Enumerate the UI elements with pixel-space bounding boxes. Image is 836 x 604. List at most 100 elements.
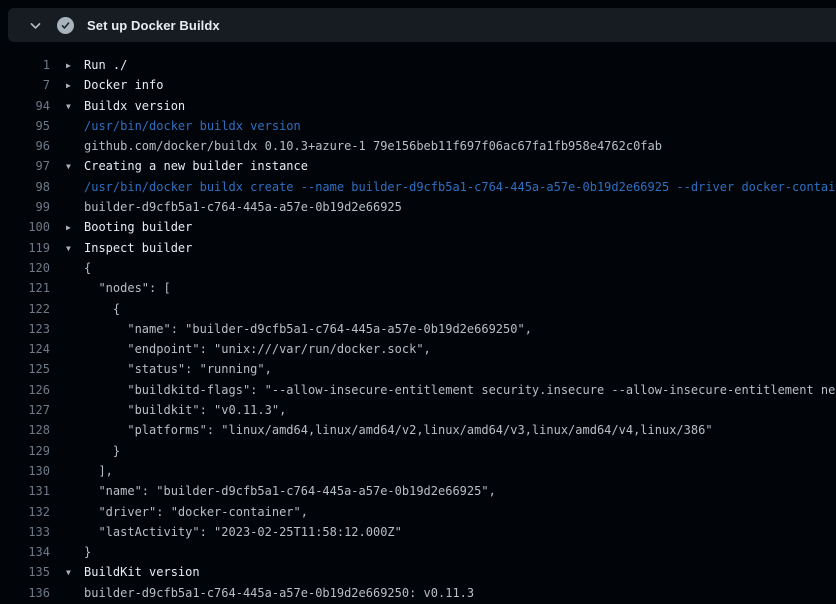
- group-collapsed-icon[interactable]: ▶: [66, 56, 84, 76]
- line-number[interactable]: 94: [0, 96, 50, 116]
- step-title: Set up Docker Buildx: [87, 18, 220, 33]
- group-title[interactable]: Inspect builder: [84, 241, 192, 255]
- line-number[interactable]: 131: [0, 481, 50, 501]
- log-text-row: "endpoint": "unix:///var/run/docker.sock…: [50, 339, 431, 359]
- log-text-row: "buildkit": "v0.11.3",: [50, 400, 286, 420]
- group-title[interactable]: Buildx version: [84, 99, 185, 113]
- group-expanded-icon[interactable]: ▼: [66, 157, 84, 177]
- step-header[interactable]: Set up Docker Buildx: [8, 8, 836, 42]
- log-group-row[interactable]: ▶Run ./: [50, 55, 127, 75]
- line-number[interactable]: 129: [0, 441, 50, 461]
- output-text: "name": "builder-d9cfb5a1-c764-445a-a57e…: [84, 322, 532, 336]
- log-line: 130 ],: [0, 461, 836, 481]
- log-text-row: builder-d9cfb5a1-c764-445a-a57e-0b19d2e6…: [50, 197, 402, 217]
- line-number[interactable]: 100: [0, 217, 50, 237]
- log-text-row: "lastActivity": "2023-02-25T11:58:12.000…: [50, 522, 402, 542]
- line-number[interactable]: 98: [0, 177, 50, 197]
- log-text-row: builder-d9cfb5a1-c764-445a-a57e-0b19d2e6…: [50, 583, 474, 603]
- log-line: 100▶Booting builder: [0, 217, 836, 237]
- log-text-row: "status": "running",: [50, 359, 272, 379]
- line-number[interactable]: 132: [0, 502, 50, 522]
- log-text-row: }: [50, 542, 91, 562]
- output-text: "nodes": [: [84, 281, 171, 295]
- log-line: 129 }: [0, 441, 836, 461]
- output-text: ],: [84, 464, 113, 478]
- log-line: 133 "lastActivity": "2023-02-25T11:58:12…: [0, 522, 836, 542]
- group-title[interactable]: Creating a new builder instance: [84, 159, 308, 173]
- log-line: 120 {: [0, 258, 836, 278]
- output-text: "lastActivity": "2023-02-25T11:58:12.000…: [84, 525, 402, 539]
- line-number[interactable]: 96: [0, 136, 50, 156]
- log-text-row: "name": "builder-d9cfb5a1-c764-445a-a57e…: [50, 319, 532, 339]
- log-group-row[interactable]: ▼Buildx version: [50, 96, 185, 116]
- line-number[interactable]: 123: [0, 319, 50, 339]
- log-line: 122 {: [0, 299, 836, 319]
- line-number[interactable]: 130: [0, 461, 50, 481]
- output-text: {: [84, 261, 91, 275]
- line-number[interactable]: 124: [0, 339, 50, 359]
- log-line: 97▼Creating a new builder instance: [0, 156, 836, 176]
- log-text-row: "platforms": "linux/amd64,linux/amd64/v2…: [50, 420, 713, 440]
- line-number[interactable]: 126: [0, 380, 50, 400]
- group-title[interactable]: Docker info: [84, 78, 163, 92]
- log-line: 134}: [0, 542, 836, 562]
- log-line: 131 "name": "builder-d9cfb5a1-c764-445a-…: [0, 481, 836, 501]
- group-title[interactable]: Booting builder: [84, 220, 192, 234]
- line-number[interactable]: 7: [0, 75, 50, 95]
- output-text: builder-d9cfb5a1-c764-445a-a57e-0b19d2e6…: [84, 200, 402, 214]
- log-text-row: "buildkitd-flags": "--allow-insecure-ent…: [50, 380, 836, 400]
- log-text-row: {: [50, 258, 91, 278]
- output-text: "platforms": "linux/amd64,linux/amd64/v2…: [84, 423, 713, 437]
- group-title[interactable]: Run ./: [84, 58, 127, 72]
- log-text-row: {: [50, 299, 120, 319]
- log-group-row[interactable]: ▼BuildKit version: [50, 562, 200, 582]
- log-line: 128 "platforms": "linux/amd64,linux/amd6…: [0, 420, 836, 440]
- log-group-row[interactable]: ▼Creating a new builder instance: [50, 156, 308, 176]
- group-collapsed-icon[interactable]: ▶: [66, 76, 84, 96]
- log-line: 121 "nodes": [: [0, 278, 836, 298]
- output-text: }: [84, 545, 91, 559]
- line-number[interactable]: 134: [0, 542, 50, 562]
- line-number[interactable]: 1: [0, 55, 50, 75]
- line-number[interactable]: 99: [0, 197, 50, 217]
- line-number[interactable]: 135: [0, 562, 50, 582]
- line-number[interactable]: 127: [0, 400, 50, 420]
- line-number[interactable]: 122: [0, 299, 50, 319]
- line-number[interactable]: 119: [0, 238, 50, 258]
- log-line: 96github.com/docker/buildx 0.10.3+azure-…: [0, 136, 836, 156]
- line-number[interactable]: 97: [0, 156, 50, 176]
- line-number[interactable]: 121: [0, 278, 50, 298]
- group-collapsed-icon[interactable]: ▶: [66, 218, 84, 238]
- log-line: 95/usr/bin/docker buildx version: [0, 116, 836, 136]
- log-line: 98/usr/bin/docker buildx create --name b…: [0, 177, 836, 197]
- line-number[interactable]: 133: [0, 522, 50, 542]
- log-text-row: "driver": "docker-container",: [50, 502, 308, 522]
- log-line: 124 "endpoint": "unix:///var/run/docker.…: [0, 339, 836, 359]
- group-expanded-icon[interactable]: ▼: [66, 97, 84, 117]
- line-number[interactable]: 120: [0, 258, 50, 278]
- log-group-row[interactable]: ▶Docker info: [50, 75, 163, 95]
- output-text: "buildkitd-flags": "--allow-insecure-ent…: [84, 383, 836, 397]
- line-number[interactable]: 95: [0, 116, 50, 136]
- log-group-row[interactable]: ▶Booting builder: [50, 217, 192, 237]
- log-line: 94▼Buildx version: [0, 96, 836, 116]
- output-text: "status": "running",: [84, 362, 272, 376]
- log-line: 125 "status": "running",: [0, 359, 836, 379]
- chevron-down-icon[interactable]: [28, 18, 43, 33]
- line-number[interactable]: 136: [0, 583, 50, 603]
- output-text: "endpoint": "unix:///var/run/docker.sock…: [84, 342, 431, 356]
- group-expanded-icon[interactable]: ▼: [66, 563, 84, 583]
- group-expanded-icon[interactable]: ▼: [66, 239, 84, 259]
- group-title[interactable]: BuildKit version: [84, 565, 200, 579]
- log-lines: 1▶Run ./7▶Docker info94▼Buildx version95…: [0, 42, 836, 604]
- line-number[interactable]: 128: [0, 420, 50, 440]
- log-group-row[interactable]: ▼Inspect builder: [50, 238, 192, 258]
- log-text-row: "name": "builder-d9cfb5a1-c764-445a-a57e…: [50, 481, 496, 501]
- line-number[interactable]: 125: [0, 359, 50, 379]
- log-line: 7▶Docker info: [0, 75, 836, 95]
- log-line: 135▼BuildKit version: [0, 562, 836, 582]
- log-line: 136builder-d9cfb5a1-c764-445a-a57e-0b19d…: [0, 583, 836, 603]
- output-text: }: [84, 444, 120, 458]
- check-circle-icon: [57, 17, 74, 34]
- command-text: /usr/bin/docker buildx version: [84, 119, 301, 133]
